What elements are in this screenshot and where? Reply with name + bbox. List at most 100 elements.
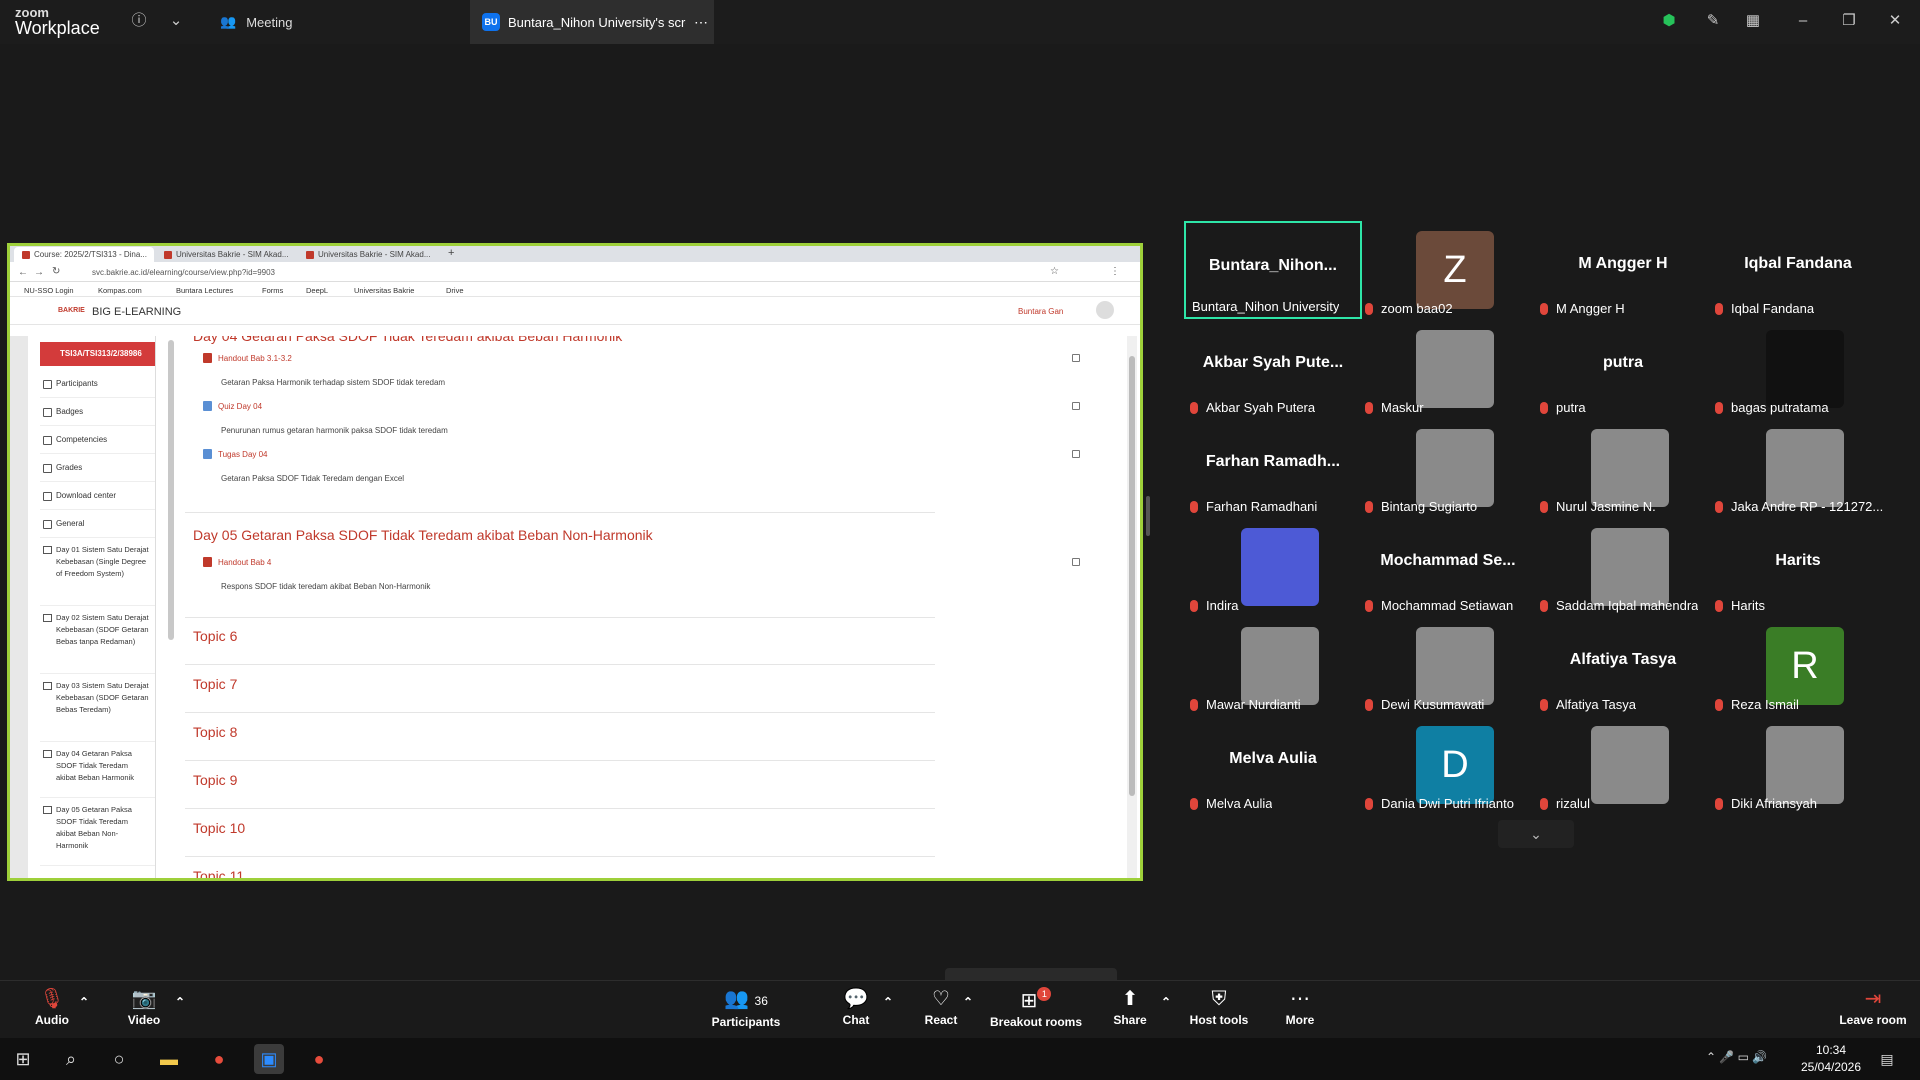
participant-tile[interactable]: putra putra bbox=[1534, 320, 1712, 418]
browser-tab-1[interactable]: Course: 2025/2/TSI313 - Dina... bbox=[14, 247, 154, 262]
video-button[interactable]: 📷 Video bbox=[124, 987, 164, 1027]
participants-button[interactable]: 👥 36 Participants bbox=[710, 987, 782, 1029]
participant-tile[interactable]: M Angger H M Angger H bbox=[1534, 221, 1712, 319]
participant-tile[interactable]: Akbar Syah Pute... Akbar Syah Putera bbox=[1184, 320, 1362, 418]
layout-icon[interactable]: ▦ bbox=[1742, 10, 1764, 32]
back-icon[interactable]: ← bbox=[18, 267, 28, 278]
participant-tile[interactable]: rizalul bbox=[1534, 716, 1712, 814]
leave-room-button[interactable]: ⇥ Leave room bbox=[1836, 987, 1910, 1027]
nav-download-center[interactable]: Download center bbox=[40, 482, 155, 510]
zoom-icon[interactable]: ▣ bbox=[254, 1044, 284, 1074]
participant-tile[interactable]: Mochammad Se... Mochammad Setiawan bbox=[1359, 518, 1537, 616]
audio-button[interactable]: 🎙 Audio bbox=[32, 987, 72, 1027]
reload-icon[interactable]: ↻ bbox=[52, 266, 60, 277]
bookmark-7[interactable]: Drive bbox=[446, 286, 464, 295]
minimize-icon[interactable]: – bbox=[1792, 10, 1814, 32]
nav-badges[interactable]: Badges bbox=[40, 398, 155, 426]
topic-7[interactable]: Topic 7 bbox=[193, 676, 237, 692]
meeting-tab[interactable]: 👥 Meeting bbox=[210, 0, 460, 44]
participant-tile[interactable]: bagas putratama bbox=[1709, 320, 1887, 418]
nav-day01[interactable]: Day 01 Sistem Satu Derajat Kebebasan (Si… bbox=[40, 538, 155, 606]
video-options-caret[interactable]: ⌃ bbox=[174, 995, 186, 1009]
gallery-next-page-chevron[interactable]: ⌄ bbox=[1498, 820, 1574, 848]
breakout-rooms-button[interactable]: ⊞ 1 Breakout rooms bbox=[986, 987, 1086, 1029]
react-button[interactable]: ♡ React bbox=[920, 987, 962, 1027]
participant-tile[interactable]: Nurul Jasmine N. bbox=[1534, 419, 1712, 517]
menu-dots-icon[interactable]: ⋮ bbox=[1110, 266, 1120, 277]
participant-tile[interactable]: Iqbal Fandana Iqbal Fandana bbox=[1709, 221, 1887, 319]
shared-screen[interactable]: Course: 2025/2/TSI313 - Dina... Universi… bbox=[7, 243, 1143, 881]
scroll-thumb[interactable] bbox=[1129, 356, 1135, 796]
topic-6[interactable]: Topic 6 bbox=[193, 628, 237, 644]
completion-checkbox[interactable] bbox=[1072, 402, 1080, 410]
drawer-scrollbar[interactable] bbox=[168, 340, 174, 640]
activity-quiz-day04[interactable]: Quiz Day 04 bbox=[203, 401, 262, 411]
more-button[interactable]: ⋯ More bbox=[1280, 987, 1320, 1027]
split-handle[interactable] bbox=[1146, 496, 1150, 536]
bookmark-3[interactable]: Buntara Lectures bbox=[176, 286, 233, 295]
restore-icon[interactable]: ❐ bbox=[1838, 10, 1860, 32]
nav-competencies[interactable]: Competencies bbox=[40, 426, 155, 454]
audio-options-caret[interactable]: ⌃ bbox=[78, 995, 90, 1009]
bookmark-1[interactable]: NU-SSO Login bbox=[24, 286, 74, 295]
nav-general[interactable]: General bbox=[40, 510, 155, 538]
completion-checkbox[interactable] bbox=[1072, 354, 1080, 362]
star-icon[interactable]: ☆ bbox=[1050, 266, 1059, 277]
search-icon[interactable]: ⌕ bbox=[56, 1044, 86, 1074]
participant-tile[interactable]: D Dania Dwi Putri Ifrianto bbox=[1359, 716, 1537, 814]
activity-handout-3[interactable]: Handout Bab 3.1-3.2 bbox=[203, 353, 292, 363]
info-icon[interactable]: ⓘ bbox=[128, 10, 150, 32]
windows-start-icon[interactable]: ⊞ bbox=[8, 1044, 38, 1074]
share-tab[interactable]: BU Buntara_Nihon University's screen ⋯ bbox=[470, 0, 714, 44]
chat-options-caret[interactable]: ⌃ bbox=[882, 995, 894, 1009]
task-view-icon[interactable]: ○ bbox=[104, 1044, 134, 1074]
topic-11[interactable]: Topic 11 bbox=[193, 868, 244, 878]
participant-tile[interactable]: Alfatiya Tasya Alfatiya Tasya bbox=[1534, 617, 1712, 715]
bookmark-6[interactable]: Universitas Bakrie bbox=[354, 286, 414, 295]
participant-tile[interactable]: Dewi Kusumawati bbox=[1359, 617, 1537, 715]
notifications-icon[interactable]: ▤ bbox=[1872, 1044, 1902, 1074]
react-options-caret[interactable]: ⌃ bbox=[962, 995, 974, 1009]
participant-tile[interactable]: Diki Afriansyah bbox=[1709, 716, 1887, 814]
participant-tile[interactable]: Melva Aulia Melva Aulia bbox=[1184, 716, 1362, 814]
participant-tile[interactable]: Saddam Iqbal mahendra bbox=[1534, 518, 1712, 616]
nav-day04[interactable]: Day 04 Getaran Paksa SDOF Tidak Teredam … bbox=[40, 742, 155, 798]
participant-tile[interactable]: Indira bbox=[1184, 518, 1362, 616]
share-button[interactable]: ⬆ Share bbox=[1110, 987, 1150, 1027]
new-tab-icon[interactable]: + bbox=[448, 247, 454, 259]
browser-tab-3[interactable]: Universitas Bakrie - SIM Akad... bbox=[298, 247, 436, 262]
file-explorer-icon[interactable]: ▬ bbox=[154, 1044, 184, 1074]
participant-tile[interactable]: Maskur bbox=[1359, 320, 1537, 418]
participant-tile[interactable]: Zzoom baa02 bbox=[1359, 221, 1537, 319]
chat-button[interactable]: 💬 Chat bbox=[836, 987, 876, 1027]
activity-handout-4[interactable]: Handout Bab 4 bbox=[203, 557, 271, 567]
page-scrollbar[interactable] bbox=[1127, 336, 1137, 878]
chevron-down-icon[interactable]: ⌄ bbox=[165, 10, 187, 32]
forward-icon[interactable]: → bbox=[34, 267, 44, 278]
user-avatar[interactable] bbox=[1096, 301, 1114, 319]
topic-9[interactable]: Topic 9 bbox=[193, 772, 237, 788]
activity-tugas-day04[interactable]: Tugas Day 04 bbox=[203, 449, 268, 459]
host-tools-button[interactable]: ⛨ Host tools bbox=[1188, 987, 1250, 1027]
participant-tile[interactable]: Bintang Sugiarto bbox=[1359, 419, 1537, 517]
completion-checkbox[interactable] bbox=[1072, 450, 1080, 458]
address-bar[interactable]: ← → ↻ svc.bakrie.ac.id/elearning/course/… bbox=[10, 262, 1140, 282]
nav-day03[interactable]: Day 03 Sistem Satu Derajat Kebebasan (SD… bbox=[40, 674, 155, 742]
nav-participants[interactable]: Participants bbox=[40, 370, 155, 398]
day05-section-title[interactable]: Day 05 Getaran Paksa SDOF Tidak Teredam … bbox=[193, 527, 653, 543]
bookmark-4[interactable]: Forms bbox=[262, 286, 283, 295]
nav-day05[interactable]: Day 05 Getaran Paksa SDOF Tidak Teredam … bbox=[40, 798, 155, 866]
bookmark-2[interactable]: Kompas.com bbox=[98, 286, 142, 295]
participant-tile[interactable]: Farhan Ramadh... Farhan Ramadhani bbox=[1184, 419, 1362, 517]
shield-icon[interactable]: ⬢ bbox=[1658, 10, 1680, 32]
bookmark-5[interactable]: DeepL bbox=[306, 286, 328, 295]
lms-user-menu[interactable]: Buntara Gan bbox=[1018, 307, 1063, 316]
participant-tile[interactable]: Buntara_Nihon... Buntara_Nihon University bbox=[1184, 221, 1362, 319]
participant-tile[interactable]: Harits Harits bbox=[1709, 518, 1887, 616]
pen-icon[interactable]: ✎ bbox=[1702, 10, 1724, 32]
more-options-icon[interactable]: ⋯ bbox=[694, 14, 708, 31]
completion-checkbox[interactable] bbox=[1072, 558, 1080, 566]
nav-grades[interactable]: Grades bbox=[40, 454, 155, 482]
chrome-icon[interactable]: ● bbox=[204, 1044, 234, 1074]
browser-tab-2[interactable]: Universitas Bakrie - SIM Akad... bbox=[156, 247, 294, 262]
